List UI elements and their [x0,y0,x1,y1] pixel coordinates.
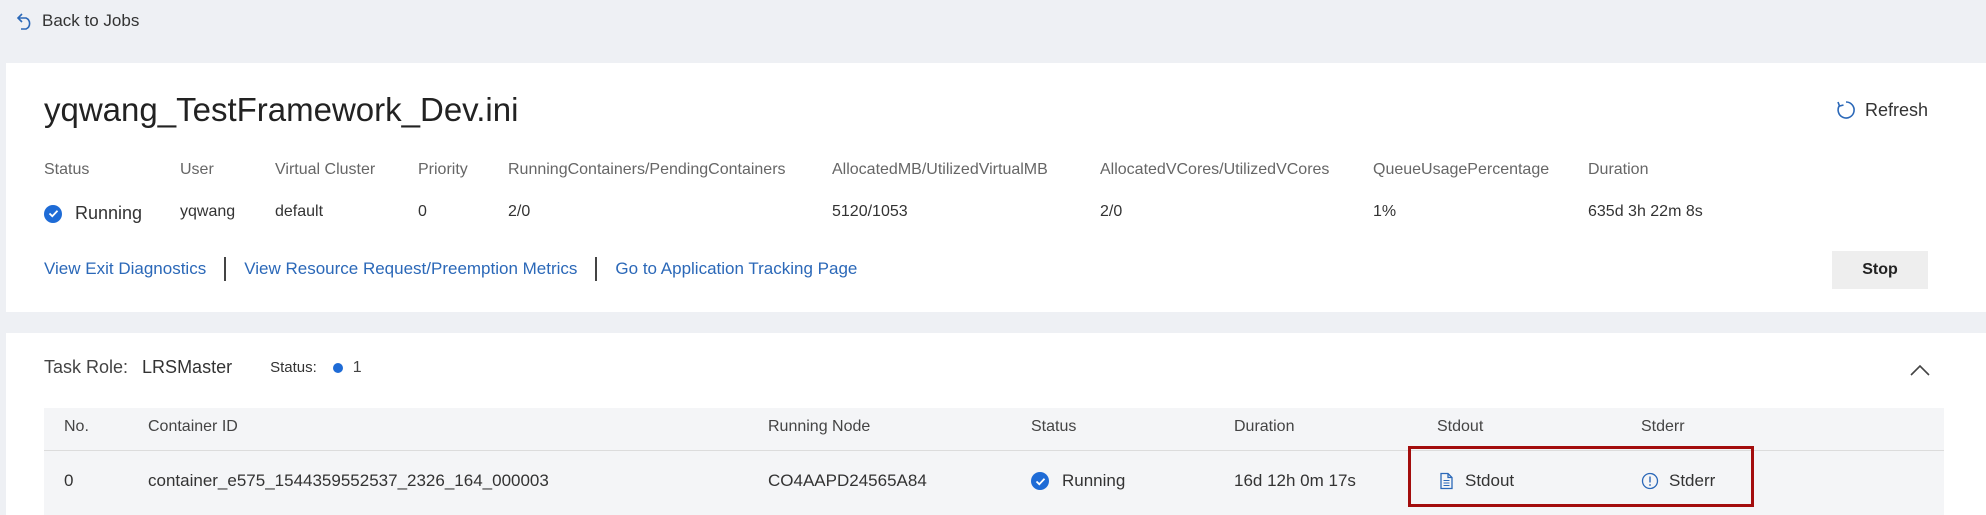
job-queue-usage: 1% [1373,203,1397,220]
refresh-button[interactable]: Refresh [1835,99,1928,121]
task-status-label: Status: [270,359,317,376]
user-header: User [180,161,214,178]
refresh-icon [1837,101,1855,119]
job-duration: 635d 3h 22m 8s [1588,203,1703,220]
document-icon [1440,472,1453,490]
job-status-text: Running [75,203,143,223]
row-status: Running [1031,471,1125,491]
status-column-header: Status [1031,418,1077,435]
job-vcores: 2/0 [1100,203,1123,220]
status-header: Status [44,161,90,178]
info-circle-icon [1641,472,1659,490]
stderr-link[interactable]: Stderr [1641,471,1715,491]
link-divider [224,257,227,281]
task-role-label: Task Role: [44,357,129,377]
row-no: 0 [64,471,74,490]
task-role-header: Task Role: LRSMaster Status: 1 [44,357,362,378]
memory-header: AllocatedMB/UtilizedVirtualMB [832,161,1048,178]
stdout-link[interactable]: Stdout [1437,471,1514,491]
check-circle-icon [1031,472,1049,490]
table-row: 0 container_e575_1544359552537_2326_164_… [44,451,1944,515]
job-title: yqwang_TestFramework_Dev.ini [44,91,519,128]
task-role-name: LRSMaster [142,357,233,377]
job-virtual-cluster: default [275,203,324,220]
check-circle-icon [44,204,62,223]
back-arrow-icon [16,13,31,30]
job-user: yqwang [180,203,236,220]
vcores-header: AllocatedVCores/UtilizedVCores [1100,161,1330,178]
stdout-label: Stdout [1465,471,1515,490]
task-status-count: 1 [352,358,362,376]
job-summary-card: yqwang_TestFramework_Dev.ini Refresh Sta… [6,63,1986,312]
back-to-jobs-link[interactable]: Back to Jobs [16,10,139,32]
task-role-card: Task Role: LRSMaster Status: 1 No. Conta… [6,333,1986,515]
virtual-cluster-header: Virtual Cluster [275,161,376,178]
running-node-column-header: Running Node [768,418,871,435]
job-links: View Exit Diagnostics View Resource Requ… [44,257,857,281]
queue-usage-header: QueueUsagePercentage [1373,161,1550,178]
container-table: No. Container ID Running Node Status Dur… [44,408,1944,515]
duration-header: Duration [1588,161,1649,178]
stderr-column-header: Stderr [1641,418,1685,435]
view-resource-metrics-link[interactable]: View Resource Request/Preemption Metrics [244,259,577,279]
no-column-header: No. [64,418,89,435]
row-running-node: CO4AAPD24565A84 [768,471,927,490]
chevron-up-icon[interactable] [1910,363,1930,377]
refresh-label: Refresh [1864,99,1928,120]
status-dot-icon [332,362,343,373]
stderr-label: Stderr [1669,471,1716,490]
job-status: Running [44,203,142,224]
link-divider [595,257,598,281]
row-status-text: Running [1062,471,1126,490]
view-exit-diagnostics-link[interactable]: View Exit Diagnostics [44,259,206,279]
stop-button[interactable]: Stop [1832,251,1928,289]
job-priority: 0 [418,203,427,220]
row-container-id: container_e575_1544359552537_2326_164_00… [148,471,549,490]
containers-header: RunningContainers/PendingContainers [508,161,786,178]
stdout-column-header: Stdout [1437,418,1484,435]
container-id-column-header: Container ID [148,418,238,435]
duration-column-header: Duration [1234,418,1295,435]
application-tracking-link[interactable]: Go to Application Tracking Page [615,259,857,279]
row-duration: 16d 12h 0m 17s [1234,471,1356,490]
back-to-jobs-label: Back to Jobs [42,11,140,30]
job-memory: 5120/1053 [832,203,908,220]
priority-header: Priority [418,161,468,178]
job-containers: 2/0 [508,203,531,220]
